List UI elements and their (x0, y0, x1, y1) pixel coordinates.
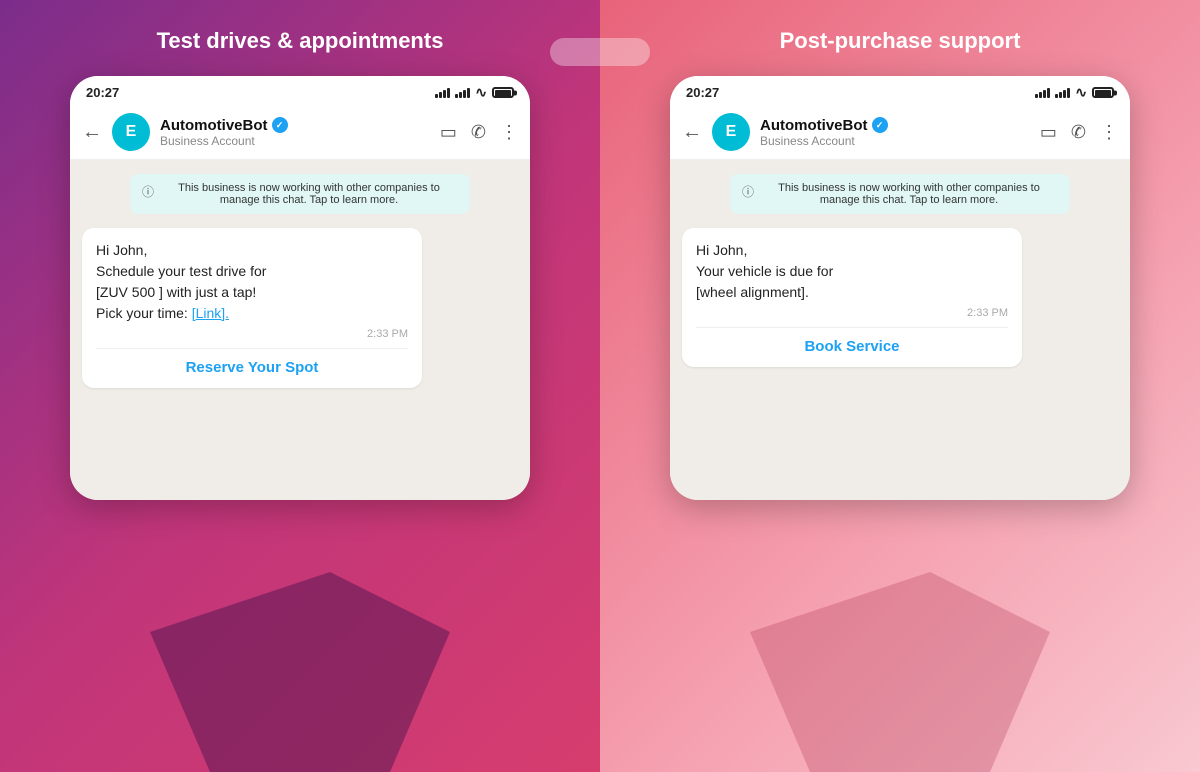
right-chat-body: ⓘ This business is now working with othe… (670, 160, 1130, 500)
left-more-icon[interactable]: ⋮ (500, 122, 518, 143)
right-info-icon: ⓘ (742, 183, 754, 200)
right-cta-button[interactable]: Book Service (696, 332, 1008, 359)
center-divider (550, 38, 650, 66)
right-signal-icon2 (1055, 88, 1070, 98)
left-business-notice[interactable]: ⓘ This business is now working with othe… (130, 174, 470, 214)
right-panel: Post-purchase support 20:27 ∿ ← E (600, 0, 1200, 772)
right-avatar: E (712, 113, 750, 151)
left-back-button[interactable]: ← (82, 121, 102, 144)
right-bot-name: AutomotiveBot ✓ (760, 117, 1030, 134)
left-signal-icon (435, 88, 450, 98)
right-back-button[interactable]: ← (682, 121, 702, 144)
right-signal-icon (1035, 88, 1050, 98)
left-bot-subtitle: Business Account (160, 134, 430, 148)
left-message-link[interactable]: [Link]. (192, 305, 229, 321)
left-panel: Test drives & appointments 20:27 ∿ ← E (0, 0, 600, 772)
left-bot-info: AutomotiveBot ✓ Business Account (160, 117, 430, 148)
left-chat-body: ⓘ This business is now working with othe… (70, 160, 530, 500)
left-status-bar: 20:27 ∿ (70, 76, 530, 105)
left-status-time: 20:27 (86, 85, 119, 100)
right-header-icons: ▭ ✆ ⋮ (1040, 122, 1118, 143)
left-signal-icon2 (455, 88, 470, 98)
left-chat-header: ← E AutomotiveBot ✓ Business Account ▭ ✆… (70, 105, 530, 160)
left-info-icon: ⓘ (142, 183, 154, 200)
left-verified-badge: ✓ (272, 117, 288, 133)
left-battery-icon (492, 87, 514, 98)
right-phone-mockup: 20:27 ∿ ← E AutomotiveBot ✓ (670, 76, 1130, 500)
right-status-bar: 20:27 ∿ (670, 76, 1130, 105)
left-phone-mockup: 20:27 ∿ ← E AutomotiveBot ✓ (70, 76, 530, 500)
right-more-icon[interactable]: ⋮ (1100, 122, 1118, 143)
right-message-text: Hi John, Your vehicle is due for [wheel … (696, 240, 1008, 303)
right-battery-icon (1092, 87, 1114, 98)
right-phone-icon[interactable]: ✆ (1071, 122, 1086, 143)
left-message-time: 2:33 PM (96, 328, 408, 340)
right-chat-header: ← E AutomotiveBot ✓ Business Account ▭ ✆… (670, 105, 1130, 160)
left-header-icons: ▭ ✆ ⋮ (440, 122, 518, 143)
left-avatar: E (112, 113, 150, 151)
left-title: Test drives & appointments (157, 28, 444, 54)
right-verified-badge: ✓ (872, 117, 888, 133)
right-business-notice[interactable]: ⓘ This business is now working with othe… (730, 174, 1070, 214)
right-bot-subtitle: Business Account (760, 134, 1030, 148)
right-message-bubble: Hi John, Your vehicle is due for [wheel … (682, 228, 1022, 367)
right-message-time: 2:33 PM (696, 307, 1008, 319)
left-message-divider (96, 348, 408, 349)
right-video-icon[interactable]: ▭ (1040, 122, 1057, 143)
left-cta-button[interactable]: Reserve Your Spot (96, 353, 408, 380)
left-wifi-icon: ∿ (475, 84, 487, 101)
right-bot-info: AutomotiveBot ✓ Business Account (760, 117, 1030, 148)
left-message-bubble: Hi John, Schedule your test drive for [Z… (82, 228, 422, 388)
left-phone-icon[interactable]: ✆ (471, 122, 486, 143)
left-message-text: Hi John, Schedule your test drive for [Z… (96, 240, 408, 324)
right-title: Post-purchase support (780, 28, 1021, 54)
right-status-time: 20:27 (686, 85, 719, 100)
right-wifi-icon: ∿ (1075, 84, 1087, 101)
right-status-icons: ∿ (1035, 84, 1114, 101)
left-video-icon[interactable]: ▭ (440, 122, 457, 143)
left-bot-name: AutomotiveBot ✓ (160, 117, 430, 134)
left-status-icons: ∿ (435, 84, 514, 101)
right-message-divider (696, 327, 1008, 328)
